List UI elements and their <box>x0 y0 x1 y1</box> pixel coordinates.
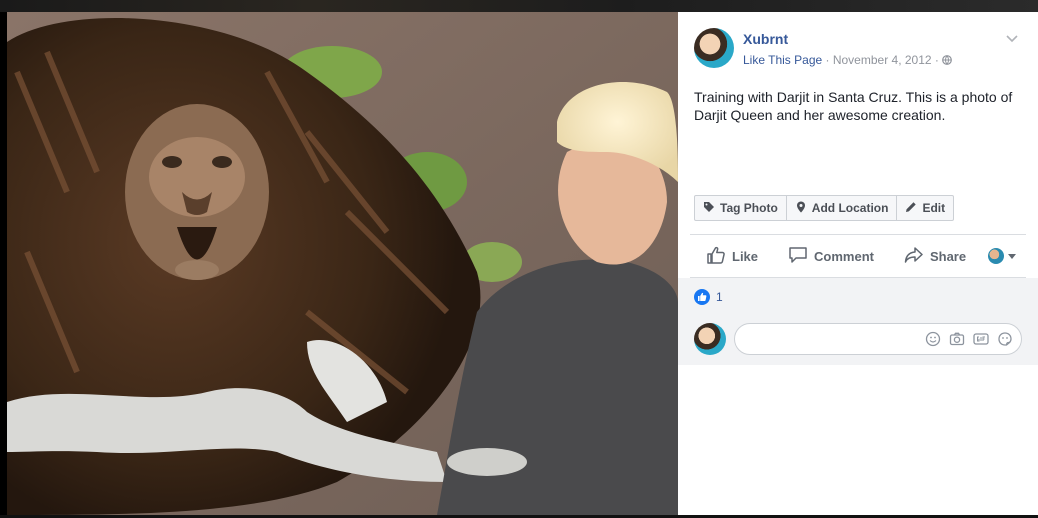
location-pin-icon <box>795 201 807 216</box>
comment-button[interactable]: Comment <box>772 246 888 267</box>
share-arrow-icon <box>904 246 924 267</box>
share-label: Share <box>929 248 967 264</box>
emoji-icon[interactable] <box>925 331 941 347</box>
comment-label: Comment <box>814 248 874 264</box>
like-page-link[interactable]: Like This Page <box>743 53 822 67</box>
tag-photo-button[interactable]: Tag Photo <box>695 196 787 220</box>
tag-icon <box>703 201 715 216</box>
post-meta: Like This Page · November 4, 2012 · <box>743 53 953 67</box>
author-name[interactable]: Xubrnt <box>743 31 788 47</box>
pencil-icon <box>905 201 917 216</box>
comment-icon <box>788 246 808 267</box>
meta-separator: · <box>931 53 943 67</box>
reactions-summary[interactable]: 1 <box>694 289 723 305</box>
like-reaction-icon <box>694 289 710 305</box>
post-details-panel: Xubrnt Like This Page · November 4, 2012… <box>678 12 1038 515</box>
like-label: Like <box>732 248 759 264</box>
commenter-avatar <box>694 323 726 355</box>
gif-icon[interactable] <box>973 331 989 347</box>
lion-sculpture-photo <box>7 12 678 515</box>
globe-icon <box>942 53 953 67</box>
comments-area: 1 <box>678 278 1038 365</box>
tag-photo-label: Tag Photo <box>720 201 778 215</box>
post-date[interactable]: November 4, 2012 <box>833 53 932 67</box>
audience-selector[interactable] <box>988 248 1026 264</box>
post-photo[interactable] <box>7 12 678 515</box>
top-strip <box>0 0 1038 12</box>
author-avatar[interactable] <box>694 28 734 68</box>
thumbs-up-icon <box>706 246 726 267</box>
profile-mini-avatar <box>988 248 1004 264</box>
edit-button[interactable]: Edit <box>897 196 953 220</box>
add-location-label: Add Location <box>811 201 889 215</box>
post-caption: Training with Darjit in Santa Cruz. This… <box>694 89 1013 123</box>
like-button[interactable]: Like <box>690 246 772 267</box>
edit-label: Edit <box>922 201 946 215</box>
photo-tools: Tag Photo Add Location Edit <box>694 195 955 221</box>
share-button[interactable]: Share <box>888 246 980 267</box>
chevron-down-icon[interactable] <box>1006 30 1018 46</box>
add-location-button[interactable]: Add Location <box>787 196 898 220</box>
caret-down-icon <box>1008 253 1016 259</box>
camera-icon[interactable] <box>949 331 965 347</box>
meta-separator: · <box>822 53 833 67</box>
comment-input[interactable] <box>734 323 1022 355</box>
reactions-count: 1 <box>716 290 723 304</box>
post-actions: Like Comment Share <box>690 234 1026 278</box>
sticker-icon[interactable] <box>997 331 1013 347</box>
